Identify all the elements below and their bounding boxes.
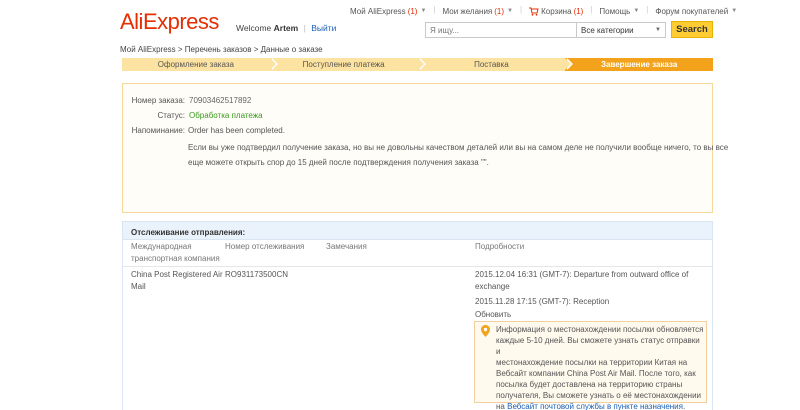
step-label: Завершение заказа xyxy=(600,60,678,69)
step-complete: Завершение заказа xyxy=(565,58,713,71)
chevron-down-icon: ▼ xyxy=(420,8,427,14)
search-bar: Все категории ▼ xyxy=(425,22,666,38)
tracking-event: 2015.11.28 17:15 (GMT-7): Reception xyxy=(475,297,610,306)
nav-forum[interactable]: Форум покупателей ▼ xyxy=(655,5,737,17)
step-payment: Поступление платежа xyxy=(269,58,426,71)
col-remarks: Замечания xyxy=(326,242,367,251)
nav-label: Форум покупателей xyxy=(655,6,729,16)
order-number-label: Номер заказа: xyxy=(131,96,185,105)
col-carrier-line: транспортная компания xyxy=(131,254,220,263)
info-text: Информация о местонахождении посылки обн… xyxy=(496,324,706,410)
chevron-down-icon: ▼ xyxy=(633,8,640,14)
tracking-info-notice: Информация о местонахождении посылки обн… xyxy=(474,321,707,410)
location-pin-icon xyxy=(481,325,490,337)
event-line: exchange xyxy=(475,282,510,291)
info-line: Информация о местонахождении посылки обн… xyxy=(496,325,704,334)
info-line: каждые 5-10 дней. Вы сможете узнать стат… xyxy=(496,336,700,356)
order-number: 70903462517892 xyxy=(189,96,252,105)
user-name: Artem xyxy=(273,23,299,33)
category-value: Все категории xyxy=(581,25,634,35)
nav-count: (1) xyxy=(407,6,418,16)
info-line: на Вебсайт почтовой службы в пункте назн… xyxy=(496,401,706,410)
info-line: местонахождение посылки на территории Ки… xyxy=(496,358,688,367)
info-prefix: на xyxy=(496,402,505,410)
reminder-line: Order has been completed. xyxy=(188,126,285,135)
order-number-row: Номер заказа: 70903462517892 xyxy=(125,96,252,105)
nav-cart[interactable]: Корзина (1) xyxy=(529,5,583,17)
refresh-link[interactable]: Обновить xyxy=(475,309,511,321)
breadcrumb[interactable]: Мой AliExpress > Перечень заказов > Данн… xyxy=(120,45,323,54)
tracking-number: RO931173500CN xyxy=(225,270,289,279)
reminder-label: Напоминание: xyxy=(131,126,185,135)
nav-label: Мои желания xyxy=(442,6,493,16)
info-suffix: . xyxy=(682,402,686,410)
info-line: Вебсайт компании China Post Air Mail. По… xyxy=(496,369,696,378)
nav-wishlist[interactable]: Мои желания (1) ▼ xyxy=(443,5,514,17)
nav-count: (1) xyxy=(573,6,584,16)
carrier-name: China Post Registered Air Mail xyxy=(131,269,223,293)
destination-post-link[interactable]: Вебсайт почтовой службы в пункте назначе… xyxy=(507,402,683,410)
nav-label: Помощь xyxy=(599,6,631,16)
step-label: Поставка xyxy=(474,60,509,69)
order-status: Обработка платежа xyxy=(189,111,263,120)
step-shipping: Поставка xyxy=(417,58,574,71)
nav-label: Мой AliExpress xyxy=(350,6,406,16)
carrier-line: Mail xyxy=(131,282,146,291)
top-nav: Мой AliExpress (1) ▼ | Мои желания (1) ▼… xyxy=(350,5,738,17)
order-status-label: Статус: xyxy=(157,111,185,120)
reminder-text: Order has been completed. Если вы уже по… xyxy=(188,123,728,170)
chevron-down-icon: ▼ xyxy=(731,8,738,14)
logout-link[interactable]: Выйти xyxy=(311,23,336,33)
info-line: посылка будет доставлена на территорию с… xyxy=(496,380,683,389)
order-progress: Оформление заказа Поступление платежа По… xyxy=(122,58,713,71)
welcome-bar: Welcome Artem | Выйти xyxy=(236,23,337,33)
order-status-row: Статус: Обработка платежа xyxy=(125,111,263,120)
col-tracking-number: Номер отслеживания xyxy=(225,242,305,251)
col-carrier-line: Международная xyxy=(131,242,192,251)
chevron-down-icon: ▼ xyxy=(655,27,661,33)
step-label: Поступление платежа xyxy=(302,60,385,69)
category-select[interactable]: Все категории ▼ xyxy=(576,23,665,37)
carrier-line: China Post Registered Air xyxy=(131,270,223,279)
nav-my-aliexpress[interactable]: Мой AliExpress (1) ▼ xyxy=(350,5,426,17)
welcome-text: Welcome xyxy=(236,23,272,33)
reminder-row: Напоминание: xyxy=(125,126,185,135)
tracking-title: Отслеживание отправления: xyxy=(123,222,712,240)
search-button[interactable]: Search xyxy=(671,21,713,38)
aliexpress-logo[interactable]: AliExpress xyxy=(120,9,219,35)
nav-label: Корзина xyxy=(541,6,572,16)
nav-help[interactable]: Помощь ▼ xyxy=(599,5,639,17)
chevron-down-icon: ▼ xyxy=(507,8,513,14)
event-line: 2015.12.04 16:31 (GMT-7): Departure from… xyxy=(475,270,689,279)
info-line: получателя, Вы сможете узнать о её место… xyxy=(496,391,702,400)
col-carrier: Международная транспортная компания xyxy=(131,241,220,265)
tracking-event: 2015.12.04 16:31 (GMT-7): Departure from… xyxy=(475,269,688,293)
step-label: Оформление заказа xyxy=(157,60,234,69)
reminder-line: еще можете открыть спор до 15 дней после… xyxy=(188,158,489,167)
reminder-line: Если вы уже подтвердил получение заказа,… xyxy=(188,143,729,152)
cart-icon xyxy=(529,7,539,16)
search-input[interactable] xyxy=(426,23,576,37)
col-details: Подробности xyxy=(475,242,525,251)
nav-count: (1) xyxy=(494,6,505,16)
step-order-placed: Оформление заказа xyxy=(122,58,278,71)
